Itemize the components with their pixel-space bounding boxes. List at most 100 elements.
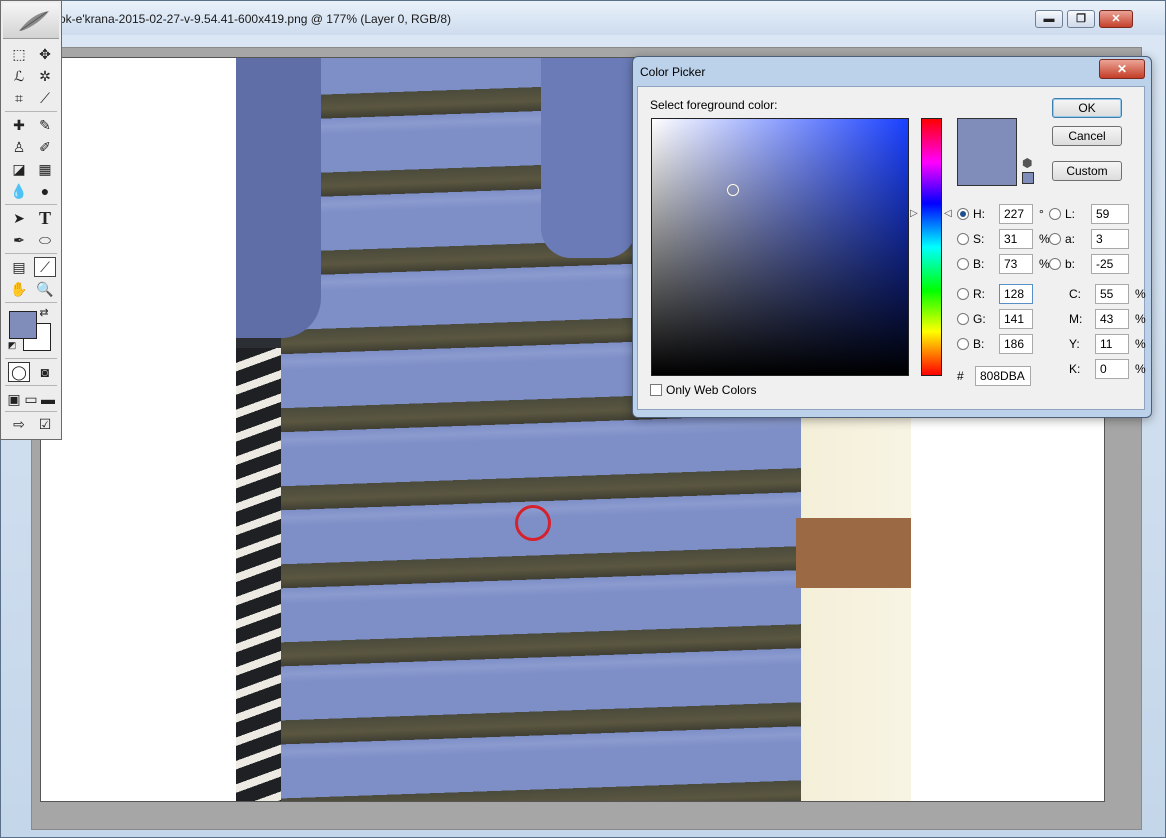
red-row: R: 128 <box>957 283 1033 305</box>
magic-wand-tool-icon[interactable]: ✲ <box>34 66 56 86</box>
lightness-field[interactable]: 59 <box>1091 204 1129 224</box>
only-web-colors-checkbox[interactable] <box>650 384 662 396</box>
feather-icon <box>19 11 49 31</box>
lab-b-field[interactable]: -25 <box>1091 254 1129 274</box>
lab-b-radio[interactable] <box>1049 258 1061 270</box>
toolbox-separator <box>5 302 57 303</box>
black-field[interactable]: 0 <box>1095 359 1129 379</box>
blue-field[interactable]: 186 <box>999 334 1033 354</box>
document-titlebar[interactable]: ok-e'krana-2015-02-27-v-9.54.41-600x419.… <box>1 1 1165 35</box>
cancel-button[interactable]: Cancel <box>1052 126 1122 146</box>
lab-b-label: b: <box>1065 257 1076 271</box>
toolbox-header[interactable] <box>3 3 59 39</box>
color-picker-title: Color Picker <box>640 65 706 79</box>
clone-stamp-tool-icon[interactable]: ♙ <box>8 137 30 157</box>
move-tool-icon[interactable]: ✥ <box>34 44 56 64</box>
hue-field[interactable]: 227 <box>999 204 1033 224</box>
path-selection-tool-icon[interactable]: ➤ <box>8 208 30 228</box>
saturation-brightness-field[interactable] <box>651 118 909 376</box>
cyan-label: C: <box>1069 287 1081 301</box>
black-row: K: 0 % <box>1069 358 1146 380</box>
foreground-color-swatch[interactable] <box>9 311 37 339</box>
full-screen-mode-icon[interactable]: ▬ <box>39 389 57 409</box>
hand-tool-icon[interactable]: ✋ <box>8 279 30 299</box>
yellow-label: Y: <box>1069 337 1080 351</box>
brush-tool-icon[interactable]: ✎ <box>34 115 56 135</box>
web-safe-color-swatch[interactable] <box>1022 172 1034 184</box>
saturation-radio[interactable] <box>957 233 969 245</box>
ok-button[interactable]: OK <box>1052 98 1122 118</box>
restore-button[interactable]: ❐ <box>1067 10 1095 28</box>
edit-in-imageready-icon[interactable]: ☑ <box>34 414 56 434</box>
history-brush-tool-icon[interactable]: ✐ <box>34 137 56 157</box>
cyan-field[interactable]: 55 <box>1095 284 1129 304</box>
lab-a-radio[interactable] <box>1049 233 1061 245</box>
color-picker-close-button[interactable]: ✕ <box>1099 59 1145 79</box>
yellow-field[interactable]: 11 <box>1095 334 1129 354</box>
toolbox-separator <box>5 358 57 359</box>
magenta-field[interactable]: 43 <box>1095 309 1129 329</box>
dodge-tool-icon[interactable]: ● <box>34 181 56 201</box>
ellipse-tool-icon[interactable]: ⬭ <box>34 230 56 250</box>
hue-slider[interactable] <box>921 118 942 376</box>
color-field-cursor[interactable] <box>727 184 739 196</box>
brightness-label: B: <box>973 257 985 271</box>
eyedropper-tool-icon[interactable]: ⟋ <box>34 257 56 277</box>
hex-label: # <box>957 369 964 383</box>
color-picker-dialog: Color Picker ✕ Select foreground color: … <box>632 56 1152 418</box>
hue-unit: ° <box>1039 207 1044 221</box>
slice-tool-icon[interactable]: ⟋ <box>34 88 56 108</box>
brightness-field[interactable]: 73 <box>999 254 1033 274</box>
close-window-button[interactable]: ✕ <box>1099 10 1133 28</box>
only-web-colors-label: Only Web Colors <box>666 383 757 397</box>
hex-field[interactable]: 808DBA <box>975 366 1031 386</box>
hue-slider-right-arrow-icon[interactable]: ◁ <box>944 208 952 219</box>
saturation-row: S: 31 % <box>957 228 1050 250</box>
blue-radio[interactable] <box>957 338 969 350</box>
swap-colors-icon[interactable]: ⇄ <box>37 305 51 319</box>
blur-tool-icon[interactable]: 💧 <box>8 181 30 201</box>
red-field[interactable]: 128 <box>999 284 1033 304</box>
zoom-tool-icon[interactable]: 🔍 <box>34 279 56 299</box>
marquee-tool-icon[interactable]: ⬚ <box>8 44 30 64</box>
red-label: R: <box>973 287 985 301</box>
lightness-row: L: 59 <box>1049 203 1129 225</box>
only-web-colors-option[interactable]: Only Web Colors <box>650 383 756 397</box>
hue-radio[interactable] <box>957 208 969 220</box>
gradient-tool-icon[interactable]: ▦ <box>34 159 56 179</box>
type-tool-icon[interactable]: T <box>34 208 56 228</box>
crop-tool-icon[interactable]: ⌗ <box>8 88 30 108</box>
magenta-label: M: <box>1069 312 1083 326</box>
green-field[interactable]: 141 <box>999 309 1033 329</box>
healing-brush-tool-icon[interactable]: ✚ <box>8 115 30 135</box>
saturation-field[interactable]: 31 <box>999 229 1033 249</box>
close-icon: ✕ <box>1111 13 1121 25</box>
photo-background-frame <box>796 518 911 588</box>
blue-row: B: 186 <box>957 333 1033 355</box>
yellow-row: Y: 11 % <box>1069 333 1146 355</box>
full-screen-menu-mode-icon[interactable]: ▭ <box>22 389 40 409</box>
lab-a-field[interactable]: 3 <box>1091 229 1129 249</box>
red-radio[interactable] <box>957 288 969 300</box>
toolbox-separator <box>5 111 57 112</box>
jump-to-imageready-icon[interactable]: ⇨ <box>8 414 30 434</box>
notes-tool-icon[interactable]: ▤ <box>8 257 30 277</box>
default-colors-icon[interactable]: ◩ <box>6 339 18 351</box>
eraser-tool-icon[interactable]: ◪ <box>8 159 30 179</box>
standard-mode-icon[interactable]: ◯ <box>8 362 30 382</box>
lightness-radio[interactable] <box>1049 208 1061 220</box>
blue-label: B: <box>973 337 985 351</box>
out-of-web-gamut-cube-icon[interactable]: ⬢ <box>1022 156 1032 170</box>
lasso-tool-icon[interactable]: ℒ <box>8 66 30 86</box>
minimize-button[interactable]: ▬ <box>1035 10 1063 28</box>
green-row: G: 141 <box>957 308 1033 330</box>
pen-tool-icon[interactable]: ✒ <box>8 230 30 250</box>
quick-mask-mode-icon[interactable]: ◙ <box>34 362 56 382</box>
lightness-label: L: <box>1065 207 1076 221</box>
custom-button[interactable]: Custom <box>1052 161 1122 181</box>
photo-sleeve-left <box>236 58 321 338</box>
brightness-radio[interactable] <box>957 258 969 270</box>
standard-screen-mode-icon[interactable]: ▣ <box>5 389 23 409</box>
hue-slider-left-arrow-icon[interactable]: ▷ <box>910 208 918 219</box>
green-radio[interactable] <box>957 313 969 325</box>
